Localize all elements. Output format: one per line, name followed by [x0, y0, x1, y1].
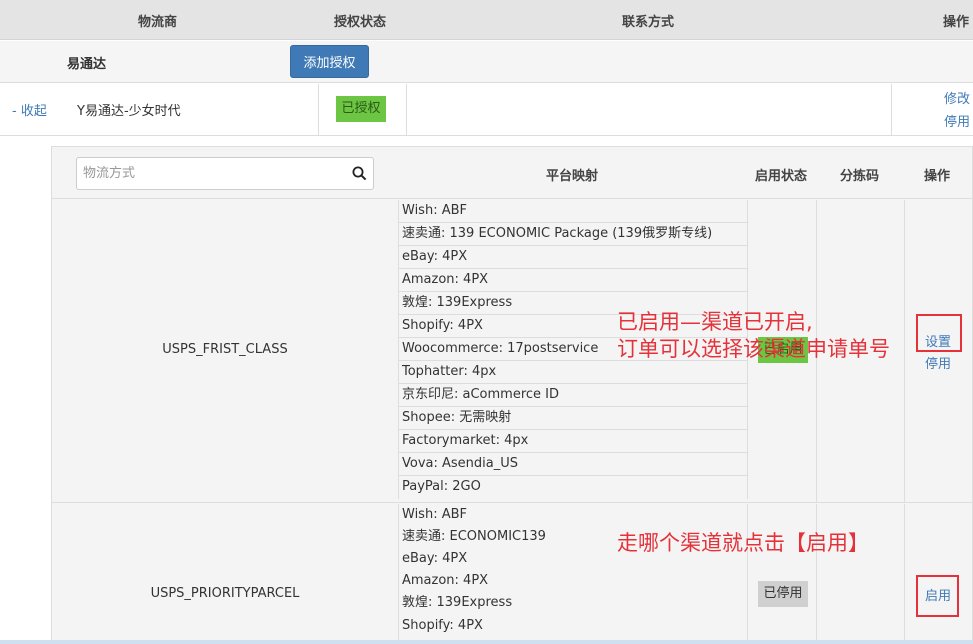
- channel-search: [76, 157, 374, 190]
- account-name: Y易通达-少女时代: [77, 104, 181, 119]
- channel-row: USPS_PRIORITYPARCEL Wish: ABF 速卖通: ECONO…: [52, 504, 972, 644]
- channel-status-badge: 已停用: [758, 581, 808, 607]
- mapping-item: Factorymarket: 4px: [399, 430, 747, 453]
- col-mapping: 平台映射: [546, 169, 599, 184]
- annotation-text: 走哪个渠道就点击【启用】: [617, 531, 869, 555]
- mapping-item: 敦煌: 139Express: [402, 595, 513, 610]
- bottom-strip: [0, 640, 973, 644]
- mapping-item: 京东印尼: aCommerce ID: [399, 384, 747, 407]
- collapse-link[interactable]: - 收起: [12, 100, 47, 119]
- divider: [904, 504, 905, 644]
- mapping-item: Amazon: 4PX: [402, 573, 489, 588]
- mapping-item: Wish: ABF: [402, 507, 467, 522]
- header-auth-status: 授权状态: [334, 15, 387, 30]
- add-auth-button[interactable]: 添加授权: [290, 45, 369, 78]
- header-operation: 操作: [943, 15, 970, 30]
- highlight-box: [916, 314, 962, 352]
- col-sort-code: 分拣码: [840, 169, 880, 184]
- channel-disable-link[interactable]: 停用: [925, 353, 951, 372]
- channel-table-header: 平台映射 启用状态 分拣码 操作: [52, 147, 972, 199]
- channel-name: USPS_FRIST_CLASS: [162, 342, 288, 357]
- mapping-item: Shopify: 4PX: [402, 618, 483, 633]
- divider: [406, 84, 407, 136]
- annotation-text: 已启用—渠道已开启,: [617, 310, 813, 334]
- mapping-item: Tophatter: 4px: [399, 361, 747, 384]
- mapping-item: Amazon: 4PX: [399, 269, 747, 292]
- mapping-list: Wish: ABF 速卖通: ECONOMIC139 eBay: 4PX Ama…: [398, 504, 748, 644]
- table-header: 物流商 授权状态 联系方式 操作: [0, 0, 973, 40]
- highlight-box: [916, 575, 959, 617]
- auth-status-badge: 已授权: [336, 96, 386, 122]
- mapping-item: Vova: Asendia_US: [399, 453, 747, 476]
- provider-name: 易通达: [67, 57, 107, 72]
- account-row: - 收起 Y易通达-少女时代 已授权 修改 停用: [0, 84, 973, 136]
- provider-row: 易通达 添加授权: [0, 41, 973, 83]
- mapping-item: PayPal: 2GO: [402, 479, 481, 494]
- disable-account-link[interactable]: 停用: [944, 111, 970, 130]
- channel-name: USPS_PRIORITYPARCEL: [150, 586, 300, 601]
- mapping-item: Shopee: 无需映射: [399, 407, 747, 430]
- divider: [891, 84, 892, 136]
- col-operation: 操作: [924, 169, 951, 184]
- mapping-item: Wish: ABF: [399, 200, 747, 223]
- channel-panel: 平台映射 启用状态 分拣码 操作 USPS_FRIST_CLASS Wish: …: [51, 146, 973, 644]
- header-contact: 联系方式: [622, 15, 675, 30]
- divider: [904, 200, 905, 503]
- divider: [816, 504, 817, 644]
- search-icon[interactable]: [352, 166, 367, 181]
- channel-search-input[interactable]: [77, 158, 337, 189]
- header-provider: 物流商: [138, 15, 178, 30]
- edit-account-link[interactable]: 修改: [944, 88, 970, 107]
- annotation-text: 订单可以选择该渠道申请单号: [617, 337, 890, 361]
- col-status: 启用状态: [755, 169, 808, 184]
- mapping-item: eBay: 4PX: [399, 246, 747, 269]
- divider: [318, 84, 319, 136]
- mapping-item: 速卖通: 139 ECONOMIC Package (139俄罗斯专线): [399, 223, 747, 246]
